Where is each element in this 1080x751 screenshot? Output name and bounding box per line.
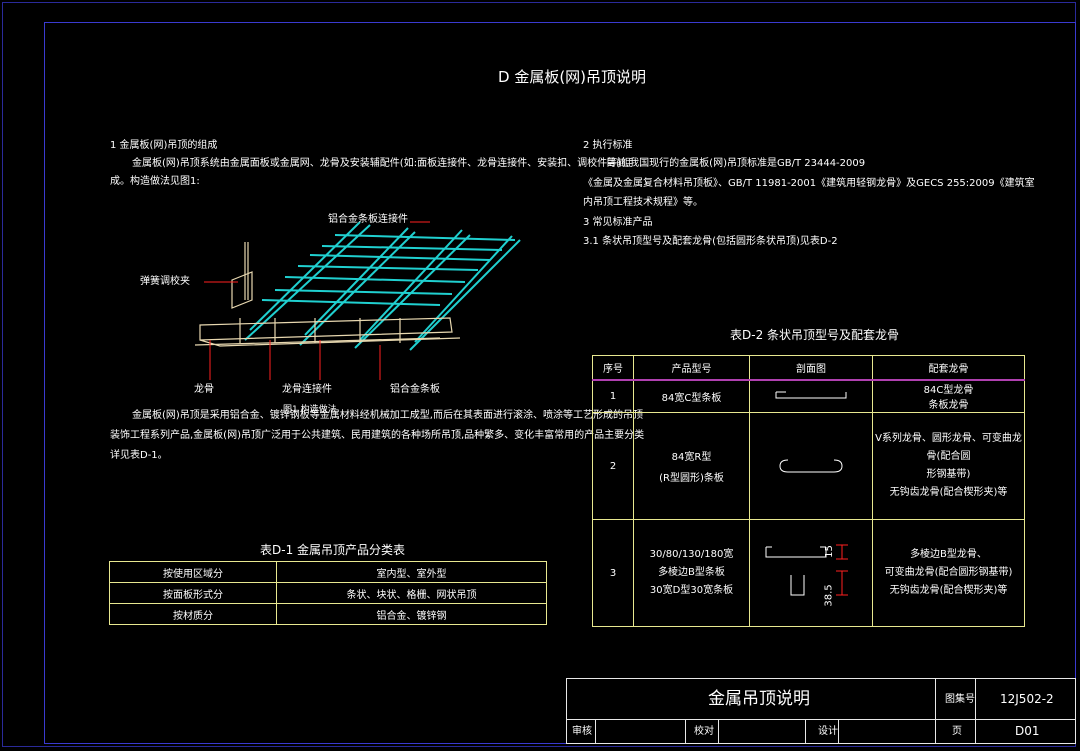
label-strip-connector: 铝合金条板连接件 bbox=[328, 214, 408, 225]
dim-38-5: 38.5 bbox=[823, 584, 835, 607]
r-profile-icon bbox=[779, 459, 843, 472]
row-no: 1 bbox=[592, 379, 634, 413]
section-drawing-b: 15 38.5 bbox=[749, 519, 873, 627]
section-drawing-r bbox=[749, 412, 873, 520]
table-cell: 按材质分 bbox=[109, 603, 277, 625]
title-block-divider bbox=[685, 719, 686, 744]
row-model: 84宽C型条板 bbox=[633, 379, 750, 413]
table-cell: 条状、块状、格栅、网状吊顶 bbox=[276, 582, 547, 604]
table-row: 2 84宽R型 (R型圆形)条板 V系列龙骨、圆形龙骨、可变曲龙骨(配合圆 形钢… bbox=[592, 412, 1025, 520]
row-keel: V系列龙骨、圆形龙骨、可变曲龙骨(配合圆 形钢基带) 无钩齿龙骨(配合楔形夹)等 bbox=[872, 412, 1025, 520]
title-block-divider bbox=[838, 719, 839, 744]
title-block-name: 金属吊顶说明 bbox=[708, 689, 810, 709]
header-keel: 配套龙骨 bbox=[872, 355, 1025, 381]
table-cell: 按使用区域分 bbox=[109, 561, 277, 583]
title-block-divider bbox=[975, 678, 976, 744]
table-row: 按使用区域分 室内型、室外型 bbox=[109, 561, 547, 583]
table-row: 3 30/80/130/180宽 多棱边B型条板 30宽D型30宽条板 15 3… bbox=[592, 519, 1025, 627]
row-keel: 84C型龙骨 条板龙骨 bbox=[872, 379, 1025, 413]
label-alu-strip: 铝合金条板 bbox=[390, 384, 440, 395]
row-model: 84宽R型 (R型圆形)条板 bbox=[633, 412, 750, 520]
table-row: 按面板形式分 条状、块状、格栅、网状吊顶 bbox=[109, 582, 547, 604]
title-block-review: 审核 bbox=[572, 726, 592, 737]
title-block-code: 12J502-2 bbox=[1000, 692, 1054, 706]
title-block-check: 校对 bbox=[694, 726, 714, 737]
row-model: 30/80/130/180宽 多棱边B型条板 30宽D型30宽条板 bbox=[633, 519, 750, 627]
label-keel: 龙骨 bbox=[194, 384, 214, 395]
title-block-divider bbox=[566, 719, 1076, 720]
table-row: 1 84宽C型条板 84C型龙骨 条板龙骨 bbox=[592, 379, 1025, 413]
tableD2: 序号 产品型号 剖面图 配套龙骨 1 84宽C型条板 84C型龙骨 条板龙骨 2 … bbox=[592, 355, 1025, 627]
tableD1: 按使用区域分 室内型、室外型 按面板形式分 条状、块状、格栅、网状吊顶 按材质分… bbox=[109, 561, 547, 625]
header-section: 剖面图 bbox=[749, 355, 873, 381]
title-block-divider bbox=[718, 719, 719, 744]
table-row: 按材质分 铝合金、镀锌钢 bbox=[109, 603, 547, 625]
tableD2-caption: 表D-2 条状吊顶型号及配套龙骨 bbox=[730, 328, 900, 342]
title-block-divider bbox=[595, 719, 596, 744]
header-no: 序号 bbox=[592, 355, 634, 381]
para-line2: 装饰工程系列产品,金属板(网)吊顶广泛用于公共建筑、民用建筑的各种场所吊顶,品种… bbox=[110, 430, 645, 441]
title-block-divider bbox=[805, 719, 806, 744]
table-cell: 铝合金、镀锌钢 bbox=[276, 603, 547, 625]
title-block-design: 设计 bbox=[818, 726, 838, 737]
dim-15: 15 bbox=[823, 545, 835, 558]
header-model: 产品型号 bbox=[633, 355, 750, 381]
label-spring-clip: 弹簧调校夹 bbox=[140, 276, 190, 287]
para-line3: 详见表D-1。 bbox=[110, 450, 168, 461]
label-keel-connector: 龙骨连接件 bbox=[282, 384, 332, 395]
row-no: 3 bbox=[592, 519, 634, 627]
row-keel: 多棱边B型龙骨、 可变曲龙骨(配合圆形钢基带) 无钩齿龙骨(配合楔形夹)等 bbox=[872, 519, 1025, 627]
title-block-code-label: 图集号 bbox=[945, 694, 975, 705]
title-block-divider bbox=[935, 678, 936, 744]
table-cell: 按面板形式分 bbox=[109, 582, 277, 604]
table-cell: 室内型、室外型 bbox=[276, 561, 547, 583]
c-profile-icon bbox=[775, 391, 847, 399]
b-profile-icon bbox=[765, 544, 848, 595]
title-block-page: D01 bbox=[1015, 724, 1040, 738]
table-header-row: 序号 产品型号 剖面图 配套龙骨 bbox=[592, 355, 1025, 381]
tableD1-caption: 表D-1 金属吊顶产品分类表 bbox=[260, 543, 406, 557]
para-line1: 金属板(网)吊顶是采用铝合金、镀锌钢板等金属材料经机械加工成型,而后在其表面进行… bbox=[132, 410, 643, 421]
section-drawing-c bbox=[749, 379, 873, 413]
row-no: 2 bbox=[592, 412, 634, 520]
title-block-page-label: 页 bbox=[952, 726, 962, 737]
